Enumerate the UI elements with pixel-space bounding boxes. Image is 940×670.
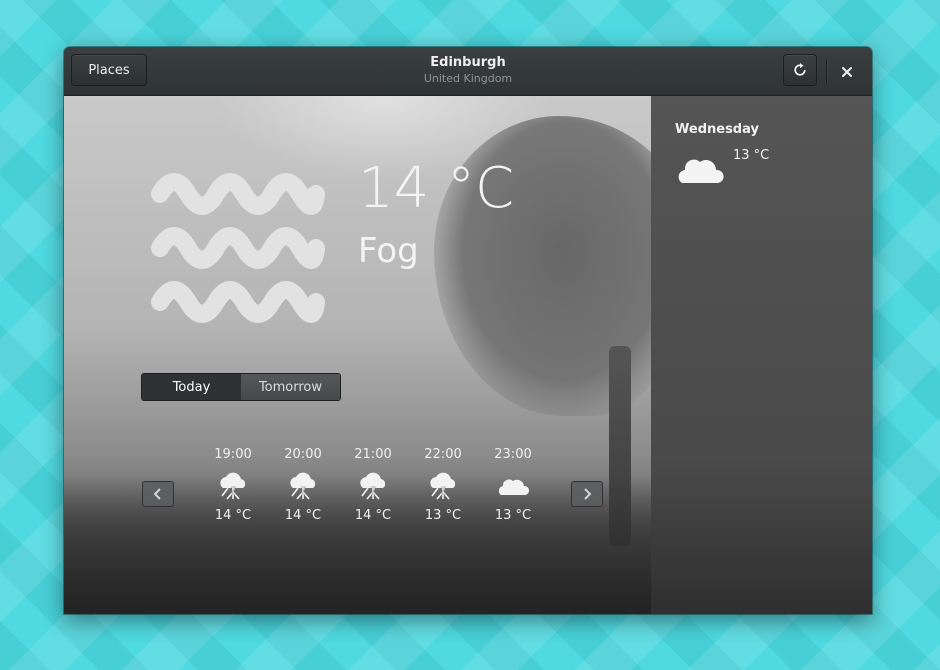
daily-forecast-sidebar: Wednesday 13 °C [651,96,872,614]
forecast-hour-temp: 14 °C [214,508,252,523]
tab-today[interactable]: Today [142,374,241,400]
title-area: Edinburgh United Kingdom [314,54,622,86]
forecast-hour-temp: 14 °C [284,508,322,523]
cloud-icon [678,159,724,183]
forecast-next-button[interactable] [571,481,603,507]
cloud-icon [498,479,530,495]
fog-icon [151,173,325,323]
close-button[interactable] [836,61,858,83]
current-summary: Fog [358,231,419,271]
current-temperature: 14 °C [358,156,515,221]
thunderstorm-icon [220,472,246,500]
thunderstorm-icon [290,472,316,500]
places-button[interactable]: Places [71,54,147,86]
forecast-hour-temp: 13 °C [494,508,532,523]
forecast-hour-time: 22:00 [424,447,462,462]
weather-window: Places Edinburgh United Kingdom 14 °C Fo… [64,47,872,614]
forecast-hour: 20:00 14 °C [273,446,333,525]
tab-tomorrow[interactable]: Tomorrow [241,374,340,400]
close-icon [842,67,852,77]
forecast-hour: 22:00 13 °C [413,446,473,525]
forecast-hour-time: 20:00 [284,447,322,462]
header-separator [826,59,827,83]
forecast-hour: 19:00 14 °C [203,446,263,525]
forecast-day-temp: 13 °C [733,148,770,163]
forecast-hour-temp: 13 °C [424,508,462,523]
forecast-hour: 23:00 13 °C [483,446,543,525]
forecast-hour-time: 21:00 [354,447,392,462]
forecast-day-name: Wednesday [675,122,759,137]
chevron-left-icon [153,488,161,500]
refresh-icon [794,63,806,76]
refresh-button[interactable] [783,54,817,86]
thunderstorm-icon [360,472,386,500]
window-subtitle: United Kingdom [423,72,513,85]
forecast-hour-time: 19:00 [214,447,252,462]
day-switch: Today Tomorrow [141,373,341,401]
header-bar: Places Edinburgh United Kingdom [64,47,872,96]
thunderstorm-icon [430,472,456,500]
forecast-hour-time: 23:00 [494,447,532,462]
forecast-previous-button[interactable] [142,481,174,507]
current-conditions-panel: 14 °C Fog Today Tomorrow 19:00 14 °C 20:… [64,96,651,614]
forecast-hour-temp: 14 °C [354,508,392,523]
chevron-right-icon [584,488,592,500]
window-title: Edinburgh [430,55,506,70]
forecast-hour: 21:00 14 °C [343,446,403,525]
